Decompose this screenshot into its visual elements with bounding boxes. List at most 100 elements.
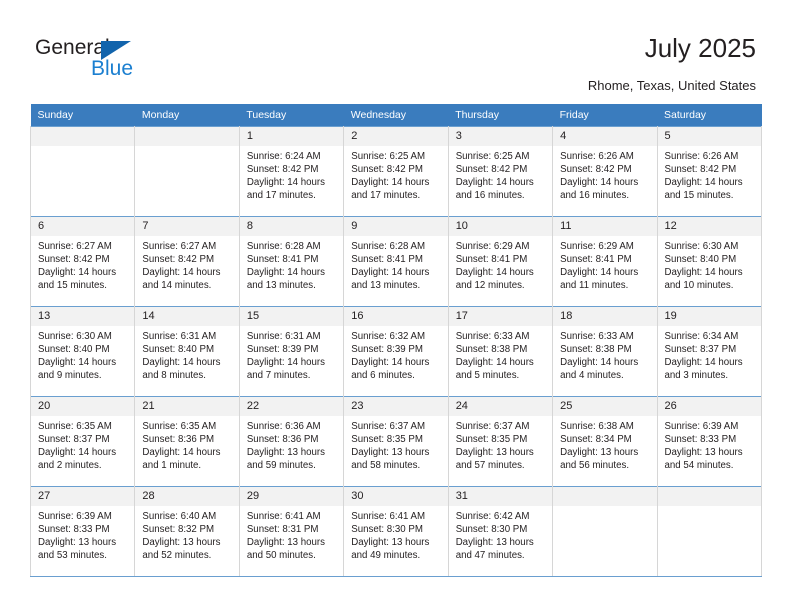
calendar-day-cell[interactable]: 10 Sunrise: 6:29 AM Sunset: 8:41 PM Dayligh… xyxy=(447,216,554,307)
daylight-duration-line1: Daylight: 14 hours xyxy=(351,177,430,189)
day-cell-inner: 20 Sunrise: 6:35 AM Sunset: 8:37 PM Dayligh… xyxy=(31,397,135,486)
calendar-day-cell[interactable]: 17 Sunrise: 6:33 AM Sunset: 8:38 PM Dayligh… xyxy=(447,306,554,397)
sunrise-time: Sunrise: 6:37 AM xyxy=(351,421,426,432)
sunrise-time: Sunrise: 6:37 AM xyxy=(455,421,530,432)
daylight-duration-line2: and 56 minutes. xyxy=(560,460,630,472)
brand-name-blue: Blue xyxy=(91,57,134,80)
day-sun-info: Sunrise: 6:37 AM Sunset: 8:35 PM Daylight:… xyxy=(344,416,447,472)
sunrise-time: Sunrise: 6:28 AM xyxy=(351,241,426,252)
page-title: July 2025 xyxy=(644,33,756,63)
sunset-time: Sunset: 8:42 PM xyxy=(664,164,737,176)
calendar-day-cell[interactable]: 7 Sunrise: 6:27 AM Sunset: 8:42 PM Daylight… xyxy=(134,216,240,307)
sunset-time: Sunset: 8:35 PM xyxy=(455,434,528,446)
daylight-duration-line1: Daylight: 13 hours xyxy=(560,447,639,459)
day-cell-inner: 24 Sunrise: 6:37 AM Sunset: 8:35 PM Dayligh… xyxy=(448,397,553,486)
calendar-day-cell[interactable]: 13 Sunrise: 6:30 AM Sunset: 8:40 PM Dayligh… xyxy=(29,306,136,397)
daylight-duration-line1: Daylight: 14 hours xyxy=(455,177,534,189)
day-sun-info: Sunrise: 6:28 AM Sunset: 8:41 PM Daylight:… xyxy=(240,236,343,292)
weekday-header-monday: Monday xyxy=(134,104,240,127)
daylight-duration-line2: and 2 minutes. xyxy=(38,460,102,472)
calendar-week-row: 1 Sunrise: 6:24 AM Sunset: 8:42 PM Daylight… xyxy=(29,126,763,217)
calendar-day-cell[interactable]: 27 Sunrise: 6:39 AM Sunset: 8:33 PM Dayligh… xyxy=(29,486,136,577)
calendar-day-cell[interactable]: 14 Sunrise: 6:31 AM Sunset: 8:40 PM Dayligh… xyxy=(134,306,240,397)
daylight-duration-line1: Daylight: 13 hours xyxy=(455,537,534,549)
daylight-duration-line1: Daylight: 14 hours xyxy=(351,357,430,369)
day-number: 24 xyxy=(448,397,553,416)
sunrise-time: Sunrise: 6:31 AM xyxy=(142,331,217,342)
sunset-time: Sunset: 8:42 PM xyxy=(351,164,423,176)
sunset-time: Sunset: 8:30 PM xyxy=(455,524,528,536)
day-number xyxy=(31,127,135,146)
calendar-day-cell[interactable]: 11 Sunrise: 6:29 AM Sunset: 8:41 PM Dayligh… xyxy=(552,216,658,307)
calendar-day-cell[interactable]: 28 Sunrise: 6:40 AM Sunset: 8:32 PM Dayligh… xyxy=(134,486,240,577)
calendar-week-row: 20 Sunrise: 6:35 AM Sunset: 8:37 PM Dayligh… xyxy=(29,396,763,487)
calendar-day-cell[interactable]: 12 Sunrise: 6:30 AM Sunset: 8:40 PM Dayligh… xyxy=(656,216,763,307)
daylight-duration-line2: and 8 minutes. xyxy=(142,370,206,382)
calendar-day-cell[interactable]: 19 Sunrise: 6:34 AM Sunset: 8:37 PM Dayligh… xyxy=(656,306,763,397)
daylight-duration-line1: Daylight: 13 hours xyxy=(351,537,430,549)
daylight-duration-line2: and 14 minutes. xyxy=(142,280,212,292)
day-number: 11 xyxy=(553,217,657,236)
daylight-duration-line2: and 47 minutes. xyxy=(455,550,525,562)
sunrise-time: Sunrise: 6:30 AM xyxy=(664,241,739,252)
day-number: 14 xyxy=(135,307,239,326)
calendar-day-cell[interactable]: 30 Sunrise: 6:41 AM Sunset: 8:30 PM Dayligh… xyxy=(343,486,449,577)
daylight-duration-line1: Daylight: 14 hours xyxy=(560,267,639,279)
calendar-day-cell[interactable]: 15 Sunrise: 6:31 AM Sunset: 8:39 PM Dayligh… xyxy=(238,306,345,397)
calendar-day-cell[interactable]: 26 Sunrise: 6:39 AM Sunset: 8:33 PM Dayligh… xyxy=(656,396,763,487)
calendar-day-cell[interactable]: 1 Sunrise: 6:24 AM Sunset: 8:42 PM Daylight… xyxy=(238,126,345,217)
day-sun-info: Sunrise: 6:33 AM Sunset: 8:38 PM Daylight:… xyxy=(553,326,656,382)
calendar-day-cell[interactable]: 22 Sunrise: 6:36 AM Sunset: 8:36 PM Dayligh… xyxy=(238,396,345,487)
weekday-header-friday: Friday xyxy=(552,104,658,127)
sunrise-time: Sunrise: 6:27 AM xyxy=(142,241,217,252)
day-number: 26 xyxy=(657,397,761,416)
day-number: 30 xyxy=(344,487,448,506)
sunrise-time: Sunrise: 6:41 AM xyxy=(351,511,426,522)
calendar-day-cell[interactable]: 2 Sunrise: 6:25 AM Sunset: 8:42 PM Daylight… xyxy=(343,126,449,217)
day-cell-inner: 17 Sunrise: 6:33 AM Sunset: 8:38 PM Dayligh… xyxy=(448,307,553,396)
day-cell-inner xyxy=(657,487,761,576)
daylight-duration-line2: and 6 minutes. xyxy=(351,370,415,382)
sunrise-time: Sunrise: 6:26 AM xyxy=(664,151,739,162)
page-header: General Blue July 2025 Rhome, Texas, Uni… xyxy=(0,0,792,104)
sunrise-time: Sunrise: 6:35 AM xyxy=(142,421,217,432)
calendar-day-cell[interactable]: 31 Sunrise: 6:42 AM Sunset: 8:30 PM Dayligh… xyxy=(447,486,554,577)
daylight-duration-line1: Daylight: 14 hours xyxy=(664,267,743,279)
calendar-day-cell[interactable]: 3 Sunrise: 6:25 AM Sunset: 8:42 PM Daylight… xyxy=(447,126,554,217)
day-number: 23 xyxy=(344,397,448,416)
day-cell-inner: 1 Sunrise: 6:24 AM Sunset: 8:42 PM Daylight… xyxy=(239,127,344,216)
day-sun-info: Sunrise: 6:32 AM Sunset: 8:39 PM Daylight:… xyxy=(344,326,447,382)
sunset-time: Sunset: 8:40 PM xyxy=(142,344,215,356)
sunset-time: Sunset: 8:35 PM xyxy=(351,434,423,446)
daylight-duration-line1: Daylight: 14 hours xyxy=(351,267,430,279)
day-number xyxy=(657,487,761,506)
calendar-header-row: Sunday Monday Tuesday Wednesday Thursday… xyxy=(30,104,762,127)
sunrise-time: Sunrise: 6:32 AM xyxy=(351,331,426,342)
calendar-day-cell[interactable]: 16 Sunrise: 6:32 AM Sunset: 8:39 PM Dayligh… xyxy=(343,306,449,397)
day-cell-inner: 12 Sunrise: 6:30 AM Sunset: 8:40 PM Dayligh… xyxy=(657,217,761,306)
calendar-day-cell[interactable]: 25 Sunrise: 6:38 AM Sunset: 8:34 PM Dayligh… xyxy=(552,396,658,487)
day-number: 3 xyxy=(448,127,553,146)
calendar-day-cell[interactable]: 24 Sunrise: 6:37 AM Sunset: 8:35 PM Dayligh… xyxy=(447,396,554,487)
day-number xyxy=(553,487,657,506)
calendar-day-cell[interactable]: 20 Sunrise: 6:35 AM Sunset: 8:37 PM Dayligh… xyxy=(29,396,136,487)
sunrise-time: Sunrise: 6:28 AM xyxy=(246,241,321,252)
calendar-day-cell[interactable]: 6 Sunrise: 6:27 AM Sunset: 8:42 PM Daylight… xyxy=(29,216,136,307)
calendar-day-cell[interactable]: 21 Sunrise: 6:35 AM Sunset: 8:36 PM Dayligh… xyxy=(134,396,240,487)
weekday-header-saturday: Saturday xyxy=(657,104,762,127)
calendar-day-cell[interactable]: 9 Sunrise: 6:28 AM Sunset: 8:41 PM Daylight… xyxy=(343,216,449,307)
day-cell-inner: 28 Sunrise: 6:40 AM Sunset: 8:32 PM Dayligh… xyxy=(135,487,239,576)
daylight-duration-line1: Daylight: 14 hours xyxy=(38,357,117,369)
sunset-time: Sunset: 8:36 PM xyxy=(246,434,319,446)
sunset-time: Sunset: 8:37 PM xyxy=(38,434,110,446)
brand-logo[interactable]: General Blue xyxy=(35,36,175,84)
calendar-day-cell[interactable]: 4 Sunrise: 6:26 AM Sunset: 8:42 PM Daylight… xyxy=(552,126,658,217)
calendar-day-cell[interactable]: 8 Sunrise: 6:28 AM Sunset: 8:41 PM Daylight… xyxy=(238,216,345,307)
calendar-day-cell[interactable]: 18 Sunrise: 6:33 AM Sunset: 8:38 PM Dayligh… xyxy=(552,306,658,397)
calendar-day-cell[interactable]: 23 Sunrise: 6:37 AM Sunset: 8:35 PM Dayligh… xyxy=(343,396,449,487)
calendar-day-cell[interactable]: 29 Sunrise: 6:41 AM Sunset: 8:31 PM Dayligh… xyxy=(238,486,345,577)
calendar-day-cell[interactable]: 5 Sunrise: 6:26 AM Sunset: 8:42 PM Daylight… xyxy=(656,126,763,217)
day-number: 21 xyxy=(135,397,239,416)
daylight-duration-line2: and 17 minutes. xyxy=(246,190,316,202)
daylight-duration-line2: and 1 minute. xyxy=(142,460,202,472)
